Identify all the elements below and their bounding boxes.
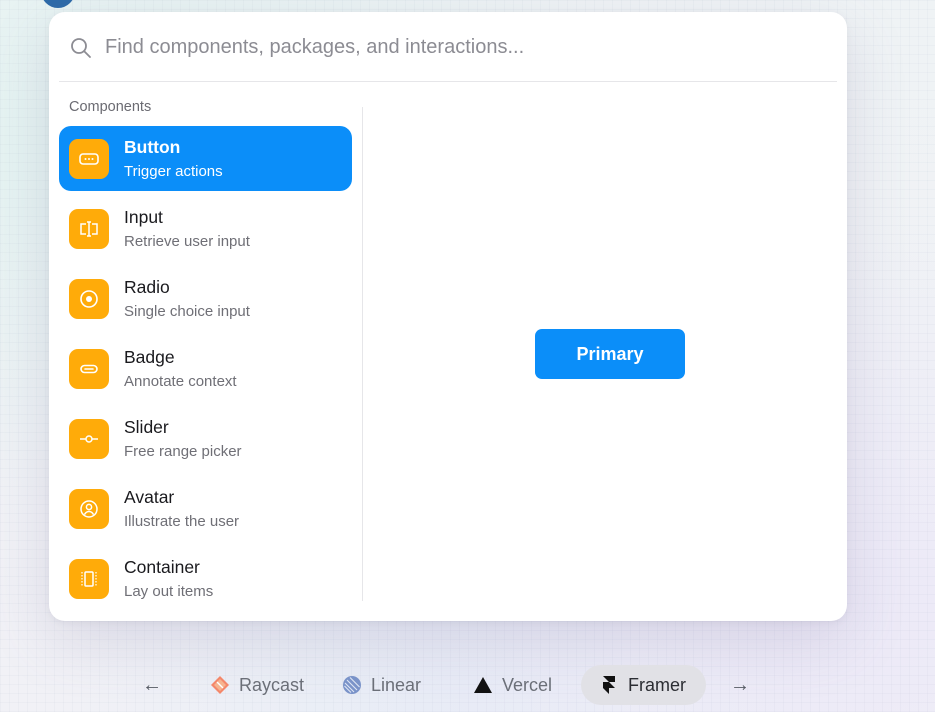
item-title: Button (124, 137, 181, 157)
list-item-slider[interactable]: Slider Free range picker (59, 406, 352, 471)
item-title: Container (124, 557, 200, 577)
tile (69, 209, 109, 249)
tile (69, 279, 109, 319)
item-desc: Lay out items (124, 583, 214, 600)
item-desc: Free range picker (124, 443, 242, 460)
item-desc: Retrieve user input (124, 233, 250, 250)
avatar-icon (80, 500, 98, 518)
input-icon (80, 221, 98, 237)
item-title: Input (124, 207, 163, 227)
brand-label: Raycast (239, 674, 305, 695)
item-title: Avatar (124, 487, 175, 507)
section-label: Components (69, 99, 152, 115)
tile (69, 139, 109, 179)
list-item-container[interactable]: Container Lay out items (59, 546, 352, 611)
vercel-icon (474, 677, 492, 693)
item-title: Slider (124, 417, 169, 437)
search-input[interactable] (105, 32, 805, 62)
brand-framer[interactable]: Framer (581, 665, 706, 705)
command-palette: Components Button Trigger actions Input … (49, 12, 847, 621)
preview-primary-button[interactable]: Primary (535, 329, 685, 379)
brand-label: Linear (371, 674, 422, 695)
component-list: Button Trigger actions Input Retrieve us… (59, 126, 352, 616)
item-desc: Trigger actions (124, 163, 223, 180)
tile (69, 349, 109, 389)
next-arrow[interactable]: → (730, 674, 750, 697)
list-item-avatar[interactable]: Avatar Illustrate the user (59, 476, 352, 541)
raycast-icon (211, 676, 229, 694)
brand-linear[interactable]: Linear (324, 665, 441, 705)
item-title: Badge (124, 347, 175, 367)
search-icon (71, 38, 91, 58)
brand-label: Framer (628, 674, 686, 695)
item-title: Radio (124, 277, 170, 297)
item-desc: Annotate context (124, 373, 237, 390)
slider-icon (80, 435, 98, 443)
radio-icon (80, 290, 98, 308)
prev-arrow[interactable]: ← (142, 674, 162, 697)
tile (69, 489, 109, 529)
brand-raycast[interactable]: Raycast (192, 665, 324, 705)
button-icon (79, 153, 99, 165)
list-item-input[interactable]: Input Retrieve user input (59, 196, 352, 261)
search-bar (59, 12, 837, 82)
framer-icon (603, 676, 615, 694)
tile (69, 559, 109, 599)
list-item-badge[interactable]: Badge Annotate context (59, 336, 352, 401)
badge-icon (80, 364, 98, 374)
brand-vercel[interactable]: Vercel (455, 665, 572, 705)
panel-divider (362, 107, 363, 601)
item-desc: Single choice input (124, 303, 250, 320)
container-icon (81, 571, 97, 587)
linear-icon (343, 676, 361, 694)
list-item-button[interactable]: Button Trigger actions (59, 126, 352, 191)
item-desc: Illustrate the user (124, 513, 240, 530)
brand-switcher: ← Raycast Linear Vercel Framer → (0, 665, 935, 705)
list-item-radio[interactable]: Radio Single choice input (59, 266, 352, 331)
tile (69, 419, 109, 459)
brand-label: Vercel (502, 674, 553, 695)
